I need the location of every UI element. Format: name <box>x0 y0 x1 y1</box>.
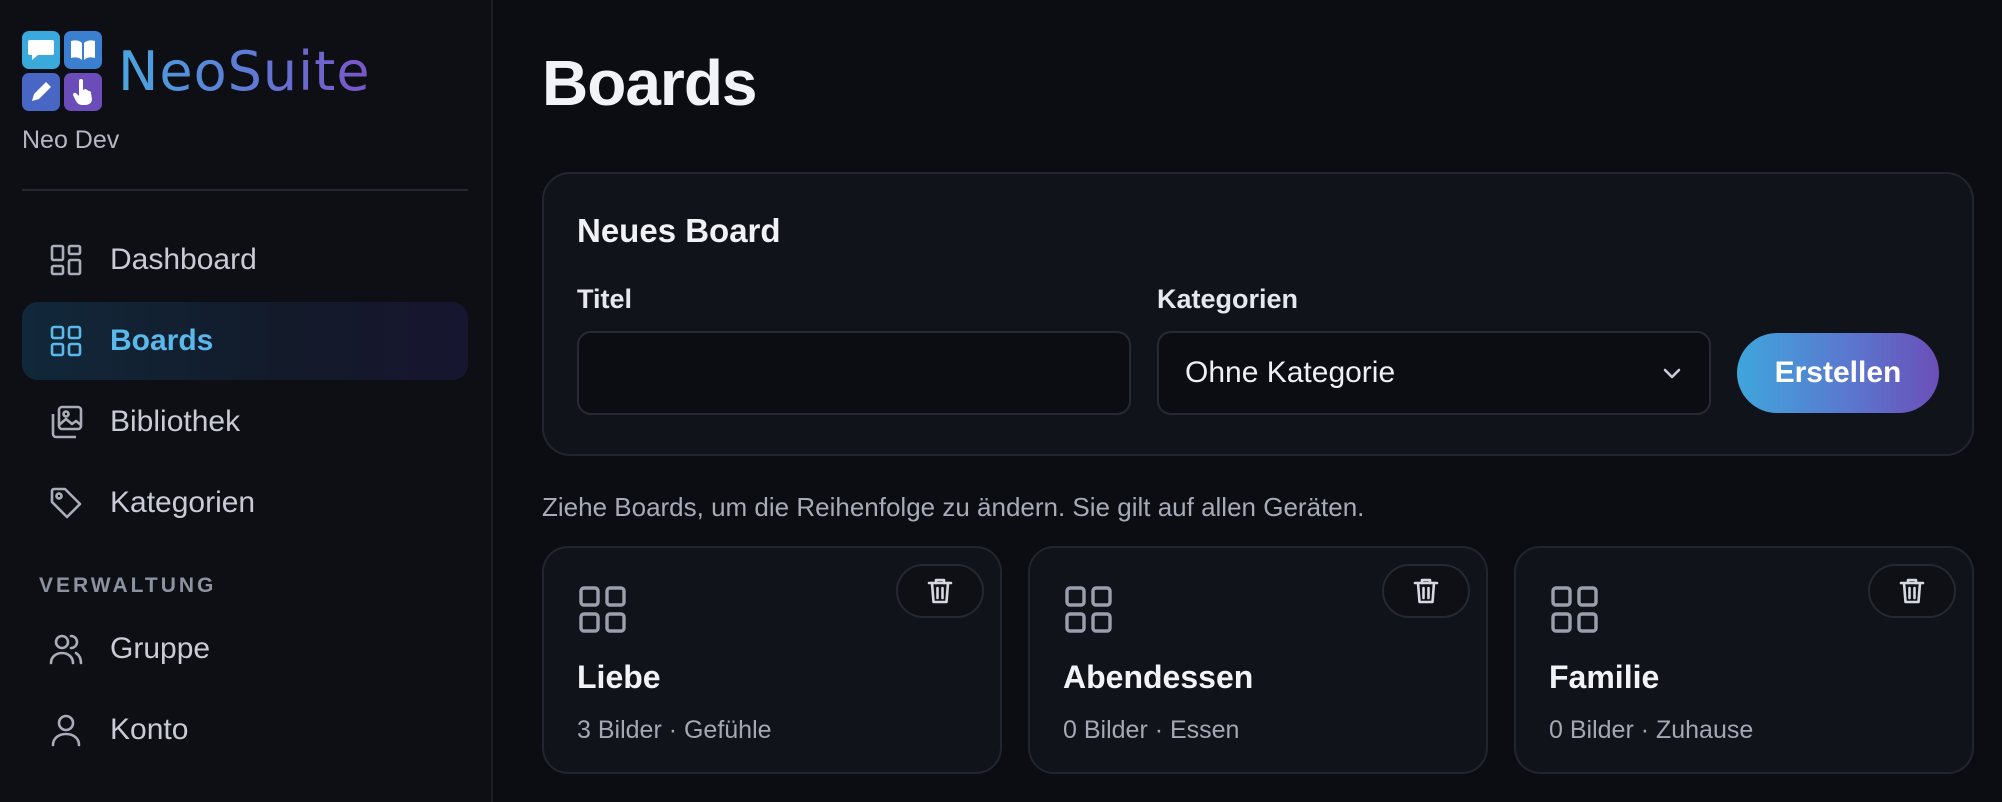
board-card[interactable]: Abendessen 0 Bilder · Essen <box>1028 546 1488 774</box>
sidebar-item-label: Kategorien <box>110 486 256 519</box>
trash-icon <box>927 578 953 604</box>
sidebar-item-kategorien[interactable]: Kategorien <box>22 464 468 542</box>
brand-name: NeoSuite <box>118 39 371 103</box>
sidebar: NeoSuite Neo Dev Dashboard Boards Biblio… <box>0 0 493 802</box>
new-board-panel: Neues Board Titel Kategorien Ohne Katego… <box>542 172 1974 456</box>
sidebar-item-label: Bibliothek <box>110 405 241 438</box>
tag-icon <box>50 487 82 519</box>
title-field: Titel <box>577 284 1131 415</box>
create-board-button[interactable]: Erstellen <box>1737 333 1939 413</box>
board-title: Liebe <box>577 659 661 695</box>
new-board-title: Neues Board <box>577 212 781 249</box>
board-title: Familie <box>1549 659 1660 695</box>
main-content: Boards Neues Board Titel Kategorien Ohne… <box>493 0 2002 802</box>
main-nav: Dashboard Boards Bibliothek Kategorien V… <box>22 221 469 769</box>
sidebar-item-boards[interactable]: Boards <box>22 302 468 380</box>
sidebar-item-label: Boards <box>110 324 214 357</box>
app-root: NeoSuite Neo Dev Dashboard Boards Biblio… <box>0 0 2002 802</box>
reorder-hint: Ziehe Boards, um die Reihenfolge zu ände… <box>542 492 1365 522</box>
board-card[interactable]: Familie 0 Bilder · Zuhause <box>1514 546 1974 774</box>
dashboard-icon <box>50 244 82 276</box>
hand-pointer-icon <box>64 73 102 111</box>
app-logo <box>22 31 102 111</box>
page-title: Boards <box>542 47 758 119</box>
users-icon <box>49 634 83 665</box>
title-input[interactable] <box>577 331 1131 415</box>
sidebar-item-konto[interactable]: Konto <box>22 691 468 769</box>
title-field-label: Titel <box>577 284 633 314</box>
sidebar-item-dashboard[interactable]: Dashboard <box>22 221 468 299</box>
category-selected-value: Ohne Kategorie <box>1185 356 1396 389</box>
user-icon <box>51 714 81 747</box>
current-user-name: Neo Dev <box>22 126 120 154</box>
grid-icon <box>1065 586 1112 633</box>
board-card[interactable]: Liebe 3 Bilder · Gefühle <box>542 546 1002 774</box>
board-meta: 0 Bilder · Essen <box>1063 716 1240 744</box>
sidebar-item-label: Dashboard <box>110 243 257 276</box>
grid-icon <box>50 325 82 357</box>
board-title: Abendessen <box>1063 659 1254 695</box>
board-list: Liebe 3 Bilder · Gefühle Abendessen 0 Bi… <box>542 546 2002 774</box>
section-label-verwaltung: VERWALTUNG <box>39 574 217 597</box>
sidebar-item-gruppe[interactable]: Gruppe <box>22 610 468 688</box>
category-select[interactable]: Ohne Kategorie <box>1157 331 1711 415</box>
grid-icon <box>579 586 626 633</box>
sidebar-item-label: Konto <box>110 713 189 746</box>
book-icon <box>64 31 102 69</box>
delete-board-button[interactable] <box>1868 564 1956 618</box>
delete-board-button[interactable] <box>896 564 984 618</box>
category-field-label: Kategorien <box>1157 284 1299 314</box>
category-field: Kategorien Ohne Kategorie <box>1157 284 1711 415</box>
image-library-icon <box>51 405 83 439</box>
trash-icon <box>1899 578 1925 604</box>
new-board-form: Titel Kategorien Ohne Kategorie Erstelle… <box>577 284 1939 415</box>
chevron-down-icon <box>1663 368 1681 379</box>
sidebar-item-bibliothek[interactable]: Bibliothek <box>22 383 468 461</box>
chat-bubble-icon <box>22 31 60 69</box>
brand[interactable]: NeoSuite <box>22 30 469 112</box>
delete-board-button[interactable] <box>1382 564 1470 618</box>
sidebar-divider <box>22 189 468 191</box>
grid-icon <box>1551 586 1598 633</box>
trash-icon <box>1413 578 1439 604</box>
board-meta: 3 Bilder · Gefühle <box>577 716 772 744</box>
pencil-icon <box>22 73 60 111</box>
board-meta: 0 Bilder · Zuhause <box>1549 716 1754 744</box>
sidebar-item-label: Gruppe <box>110 632 211 665</box>
